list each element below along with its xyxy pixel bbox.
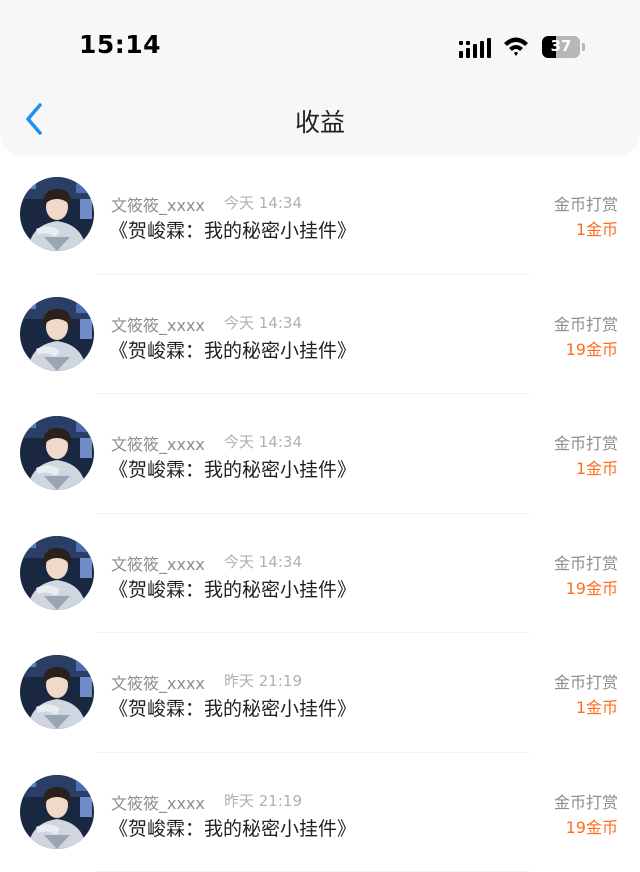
earnings-list: 文筱筱_xxxx 今天 14:34 《贺峻霖：我的秘密小挂件》 金币打赏 1金币… xyxy=(0,155,640,872)
reward-amount: 1金币 xyxy=(575,698,618,717)
avatar[interactable] xyxy=(20,655,94,729)
reward-type-label: 金币打赏 xyxy=(553,195,618,214)
timestamp: 今天 14:34 xyxy=(224,194,302,212)
battery-cap xyxy=(582,43,585,51)
avatar[interactable] xyxy=(20,416,94,490)
list-item[interactable]: 文筱筱_xxxx 今天 14:34 《贺峻霖：我的秘密小挂件》 金币打赏 19金… xyxy=(0,514,640,633)
avatar[interactable] xyxy=(20,177,94,251)
battery-icon: 37 xyxy=(542,36,580,58)
username: 文筱筱_xxxx xyxy=(111,196,205,215)
list-item[interactable]: 文筱筱_xxxx 昨天 21:19 《贺峻霖：我的秘密小挂件》 金币打赏 19金… xyxy=(0,753,640,872)
battery-level: 37 xyxy=(550,37,572,55)
reward-amount: 1金币 xyxy=(575,459,618,478)
page-title: 收益 xyxy=(294,108,345,137)
work-title: 《贺峻霖：我的秘密小挂件》 xyxy=(109,817,357,840)
wifi-icon xyxy=(504,37,528,56)
work-title: 《贺峻霖：我的秘密小挂件》 xyxy=(109,698,357,720)
list-item[interactable]: 文筱筱_xxxx 今天 14:34 《贺峻霖：我的秘密小挂件》 金币打赏 1金币 xyxy=(0,394,640,514)
timestamp: 今天 14:34 xyxy=(224,313,302,332)
reward-amount: 19金币 xyxy=(565,578,618,598)
list-item[interactable]: 文筱筱_xxxx 今天 14:34 《贺峻霖：我的秘密小挂件》 金币打赏 1金币 xyxy=(0,155,640,275)
avatar[interactable] xyxy=(20,296,94,371)
username: 文筱筱_xxxx xyxy=(111,315,205,335)
avatar[interactable] xyxy=(20,774,94,849)
list-item[interactable]: 文筱筱_xxxx 今天 14:34 《贺峻霖：我的秘密小挂件》 金币打赏 19金… xyxy=(0,275,640,394)
cellular-signal-icon xyxy=(459,38,491,58)
work-title: 《贺峻霖：我的秘密小挂件》 xyxy=(109,339,357,362)
reward-type-label: 金币打赏 xyxy=(553,792,618,812)
reward-amount: 1金币 xyxy=(575,220,618,239)
reward-amount: 19金币 xyxy=(565,339,618,359)
top-bar: 15:14 37 收益 xyxy=(0,0,640,155)
timestamp: 今天 14:34 xyxy=(224,552,302,571)
reward-type-label: 金币打赏 xyxy=(553,553,618,573)
timestamp: 今天 14:34 xyxy=(224,433,302,451)
work-title: 《贺峻霖：我的秘密小挂件》 xyxy=(109,578,357,601)
reward-type-label: 金币打赏 xyxy=(553,434,618,453)
work-title: 《贺峻霖：我的秘密小挂件》 xyxy=(109,220,357,242)
reward-type-label: 金币打赏 xyxy=(553,314,618,334)
reward-type-label: 金币打赏 xyxy=(553,673,618,692)
reward-amount: 19金币 xyxy=(565,817,618,837)
list-item[interactable]: 文筱筱_xxxx 昨天 21:19 《贺峻霖：我的秘密小挂件》 金币打赏 1金币 xyxy=(0,633,640,753)
timestamp: 昨天 21:19 xyxy=(224,791,302,810)
timestamp: 昨天 21:19 xyxy=(224,672,302,690)
username: 文筱筱_xxxx xyxy=(111,793,205,813)
username: 文筱筱_xxxx xyxy=(111,554,205,574)
status-time: 15:14 xyxy=(79,30,162,59)
work-title: 《贺峻霖：我的秘密小挂件》 xyxy=(109,459,357,481)
username: 文筱筱_xxxx xyxy=(111,674,205,693)
avatar[interactable] xyxy=(20,535,94,610)
username: 文筱筱_xxxx xyxy=(111,435,205,454)
